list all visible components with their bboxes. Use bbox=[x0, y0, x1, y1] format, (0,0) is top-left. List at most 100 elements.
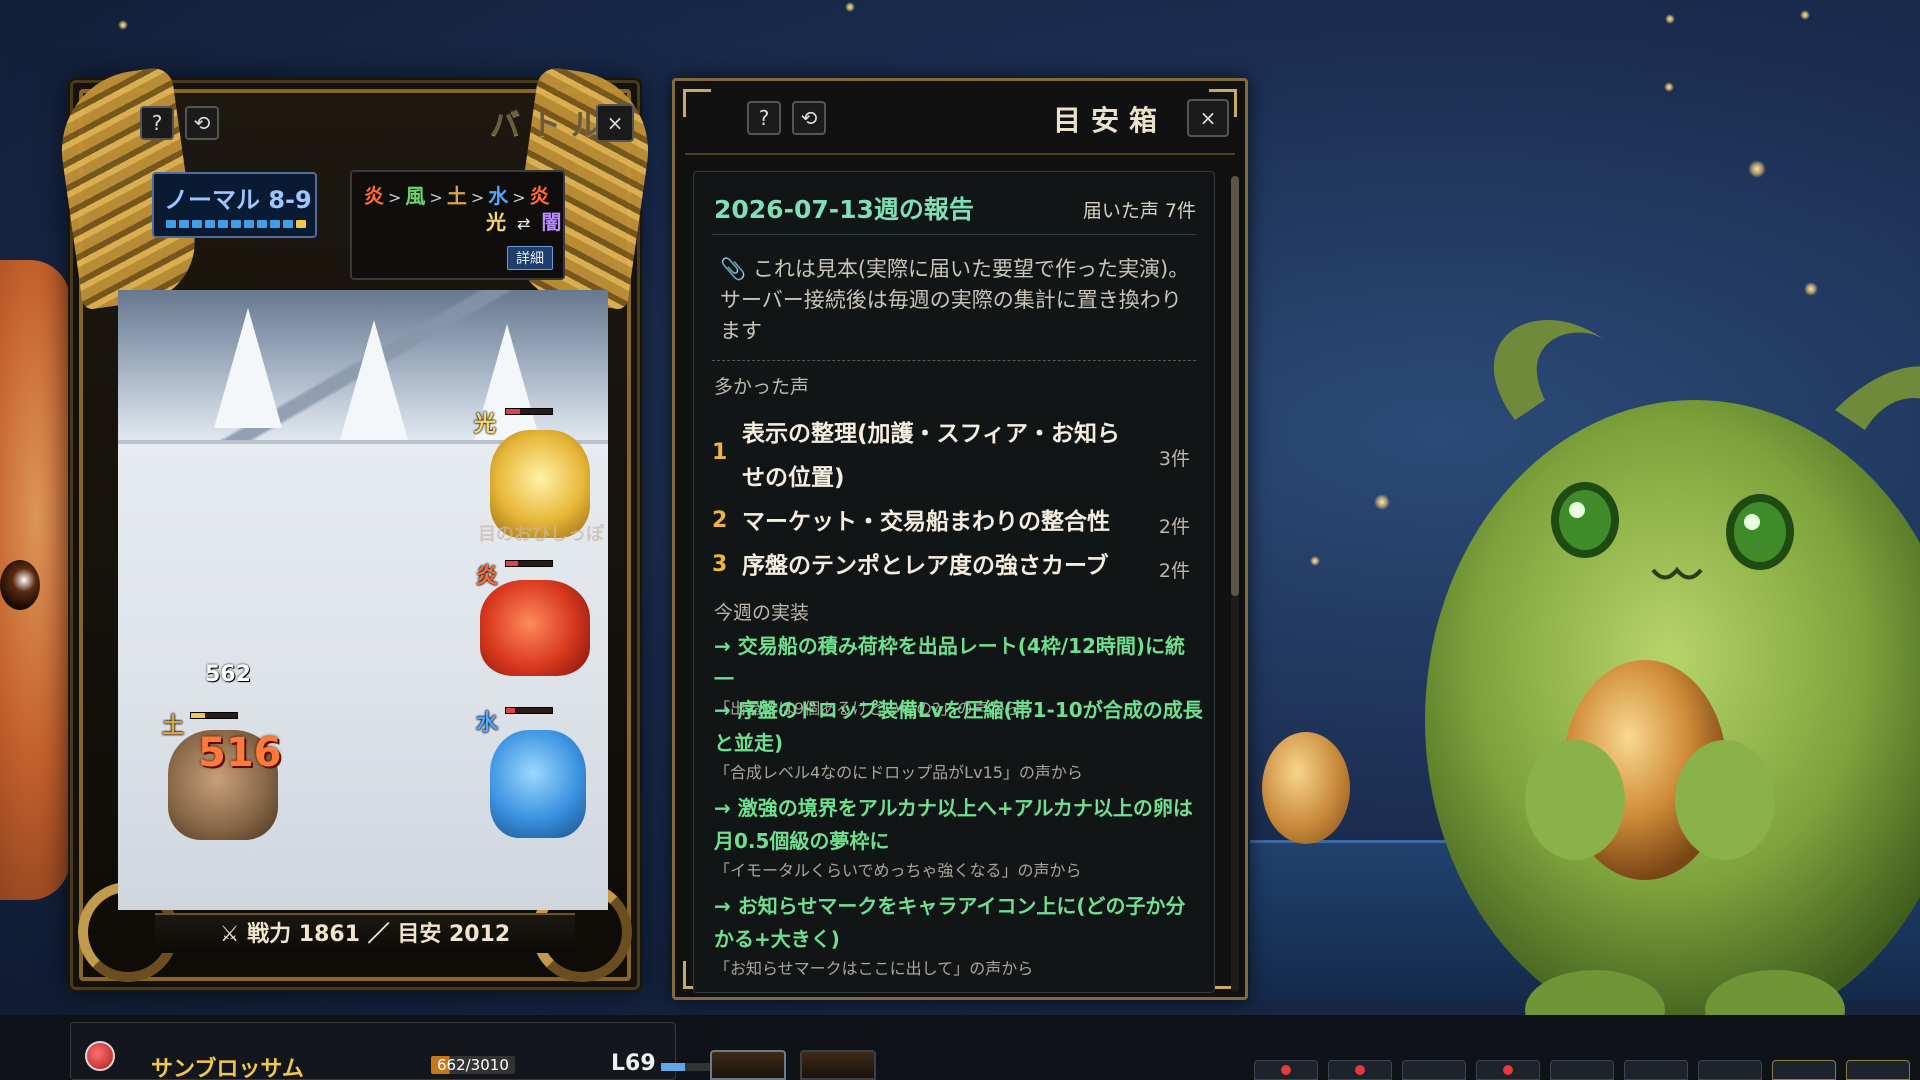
header-divider bbox=[685, 153, 1235, 155]
sparkle bbox=[1310, 556, 1320, 566]
rank-text: 表示の整理(加護・スフィア・お知らせの位置) bbox=[742, 421, 1121, 491]
background-character-eye bbox=[0, 560, 40, 610]
menu-slot[interactable] bbox=[1846, 1060, 1910, 1080]
element-light: 光 bbox=[486, 210, 506, 234]
rank-count: 3件 bbox=[1158, 448, 1190, 470]
top-request-item: 2 マーケット・交易船まわりの整合性 2件 bbox=[712, 500, 1198, 544]
top-request-item: 3 序盤のテンポとレア度の強さカーブ 2件 bbox=[712, 544, 1198, 588]
unit-element-light: 光 bbox=[474, 412, 497, 437]
menu-slot[interactable] bbox=[1254, 1060, 1318, 1080]
element-light-dark-row: 光 ⇄ 闇 bbox=[486, 206, 561, 235]
divider bbox=[712, 234, 1196, 235]
implementation-text: → 交易船の積み荷枠を出品レート(4枠/12時間)に統一 bbox=[714, 634, 1186, 691]
rank-count: 2件 bbox=[1158, 560, 1190, 582]
element-fire: 炎 bbox=[364, 184, 384, 208]
implementation-text: → 激強の境界をアルカナ以上へ+アルカナ以上の卵は月0.5個級の夢枠に bbox=[714, 796, 1193, 853]
sample-notice: 📎 これは見本(実際に届いた要望で作った実演)。サーバー接続後は毎週の実際の集計… bbox=[720, 257, 1190, 343]
element-detail-button[interactable]: 詳細 bbox=[507, 246, 553, 270]
egg-image bbox=[1262, 732, 1350, 844]
implementation-source: 「お知らせマークはここに出して」の声から bbox=[714, 959, 1034, 978]
scrollbar-thumb[interactable] bbox=[1231, 176, 1239, 596]
week-report-title: 2026-07-13週の報告 bbox=[714, 195, 974, 224]
rank-text: 序盤のテンポとレア度の強さカーブ bbox=[742, 553, 1109, 579]
menu-slot[interactable] bbox=[1624, 1060, 1688, 1080]
implementation-item: → お知らせマークをキャラアイコン上に(どの子か分かる+大きく) 「お知らせマー… bbox=[714, 890, 1204, 982]
character-level: L69 bbox=[611, 1051, 656, 1076]
stage-label: ノーマル 8-9 bbox=[164, 186, 312, 214]
sparkle bbox=[1374, 494, 1390, 510]
rank-number: 1 bbox=[712, 440, 728, 465]
notification-dot bbox=[1503, 1065, 1513, 1075]
element-dark: 闇 bbox=[541, 210, 562, 234]
swap-arrow-icon: ⇄ bbox=[516, 214, 531, 233]
menu-slot[interactable] bbox=[1328, 1060, 1392, 1080]
element-earth: 土 bbox=[446, 184, 467, 208]
green-monster-illustration bbox=[1425, 319, 1920, 1050]
element-chart: 炎 > 風 > 土 > 水 > 炎 光 ⇄ 闇 詳細 bbox=[350, 170, 565, 280]
sprite-caption: 目のおひしっぽ bbox=[478, 524, 604, 545]
unit-hp-bar bbox=[190, 712, 238, 719]
element-water: 水 bbox=[488, 184, 509, 208]
implementation-item: → 序盤のドロップ装備Lvを圧縮(帯1-10が合成の成長と並走) 「合成レベル4… bbox=[714, 694, 1204, 786]
menu-slot[interactable] bbox=[1772, 1060, 1836, 1080]
menu-slot[interactable] bbox=[1476, 1060, 1540, 1080]
menu-slot[interactable] bbox=[1402, 1060, 1466, 1080]
implementations-heading: 今週の実装 bbox=[714, 602, 810, 624]
damage-number-small: 562 bbox=[205, 662, 251, 687]
unit-element-earth: 土 bbox=[162, 714, 185, 739]
unit-hp-bar bbox=[505, 560, 553, 567]
feedback-help-button[interactable]: ? bbox=[747, 101, 781, 135]
chest-tab-button[interactable] bbox=[800, 1050, 876, 1080]
sparkle bbox=[1665, 14, 1675, 24]
rank-number: 2 bbox=[712, 508, 728, 533]
stage-progress bbox=[166, 220, 306, 228]
feedback-refresh-button[interactable]: ⟲ bbox=[792, 101, 826, 135]
element-wind: 風 bbox=[405, 184, 426, 208]
snow-tree bbox=[214, 308, 282, 428]
element-separator: > bbox=[512, 188, 526, 207]
chest-tab-button[interactable] bbox=[710, 1050, 786, 1080]
implementation-source: 「イモータルくらいでめっちゃ強くなる」の声から bbox=[714, 861, 1082, 880]
rank-count: 2件 bbox=[1158, 516, 1190, 538]
battle-close-button[interactable]: × bbox=[596, 104, 634, 142]
menu-slot[interactable] bbox=[1698, 1060, 1762, 1080]
battle-arena: 光 目のおひしっぽ 炎 水 562 土 516 bbox=[118, 290, 608, 910]
damage-number-critical: 516 bbox=[198, 730, 282, 776]
character-name: サンブロッサム bbox=[151, 1057, 304, 1080]
unit-hp-bar bbox=[505, 707, 553, 714]
rank-number: 3 bbox=[712, 552, 728, 577]
snow-tree bbox=[340, 320, 408, 440]
rank-text: マーケット・交易船まわりの整合性 bbox=[742, 509, 1110, 535]
character-hp: 662/3010 bbox=[431, 1056, 515, 1074]
sparkle bbox=[1664, 82, 1674, 92]
implementation-text: → お知らせマークをキャラアイコン上に(どの子か分かる+大きく) bbox=[714, 894, 1186, 951]
frame-corner bbox=[683, 89, 711, 117]
element-separator: > bbox=[429, 188, 443, 207]
power-summary: ⚔ 戦力 1861 ／ 目安 2012 bbox=[155, 913, 575, 953]
element-separator: > bbox=[470, 188, 485, 207]
stage-indicator: ノーマル 8-9 bbox=[152, 172, 317, 238]
notification-dot bbox=[1355, 1065, 1365, 1075]
menu-slot[interactable] bbox=[1550, 1060, 1614, 1080]
sparkle bbox=[1804, 282, 1818, 296]
sparkle bbox=[118, 20, 128, 30]
notification-dot bbox=[1281, 1065, 1291, 1075]
sparkle bbox=[1748, 160, 1766, 178]
votes-count: 届いた声 7件 bbox=[1082, 200, 1196, 222]
feedback-title: 目安箱 bbox=[1052, 104, 1167, 137]
sparkle bbox=[1800, 10, 1810, 20]
report-scrollbar[interactable] bbox=[1231, 176, 1239, 992]
implementation-source: 「合成レベル4なのにドロップ品がLv15」の声から bbox=[714, 763, 1083, 782]
battle-help-button[interactable]: ? bbox=[140, 106, 174, 140]
unit-hp-bar bbox=[505, 408, 553, 415]
battle-refresh-button[interactable]: ⟲ bbox=[185, 106, 219, 140]
top-requests-heading: 多かった声 bbox=[714, 376, 810, 398]
battle-title: バトル bbox=[490, 108, 611, 143]
character-avatar-icon bbox=[85, 1041, 115, 1071]
unit-element-fire: 炎 bbox=[476, 564, 499, 589]
fire-monster-sprite[interactable] bbox=[480, 580, 590, 676]
character-status[interactable]: サンブロッサム 662/3010 L69 bbox=[70, 1022, 721, 1080]
implementation-item: → 激強の境界をアルカナ以上へ+アルカナ以上の卵は月0.5個級の夢枠に 「イモー… bbox=[714, 792, 1204, 884]
water-monster-sprite[interactable] bbox=[490, 730, 586, 838]
feedback-close-button[interactable]: × bbox=[1187, 99, 1229, 137]
